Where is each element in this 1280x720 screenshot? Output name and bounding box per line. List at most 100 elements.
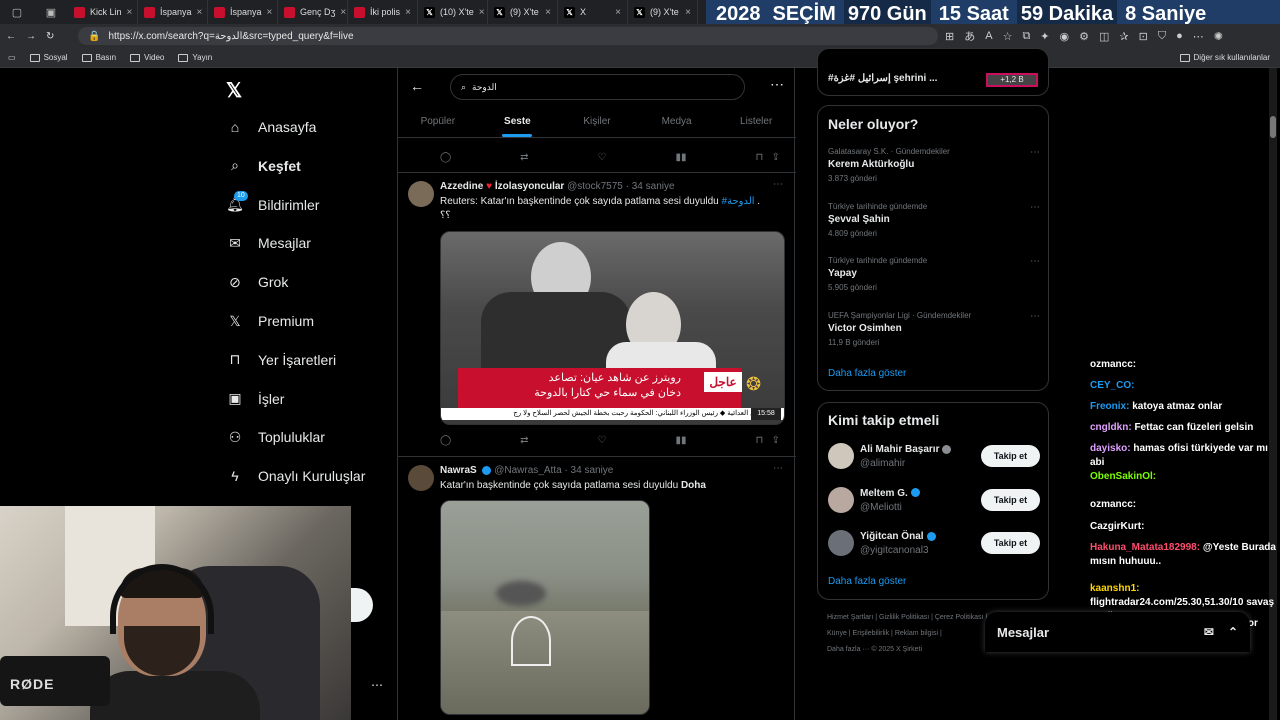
avatar[interactable] bbox=[828, 530, 854, 556]
extension-icon[interactable]: ⧉ bbox=[1022, 30, 1030, 43]
scrollbar-thumb[interactable] bbox=[1270, 116, 1276, 138]
trend-more-icon[interactable]: ⋯ bbox=[1030, 147, 1040, 158]
retweet-icon[interactable]: ⇄ bbox=[520, 152, 528, 163]
close-tab-icon[interactable]: × bbox=[685, 7, 691, 18]
copilot-icon[interactable]: ✺ bbox=[1214, 30, 1223, 43]
browser-tab[interactable]: 𝕏 (10) X'te × bbox=[418, 0, 488, 24]
nav-item-mail[interactable]: ✉ Mesajlar bbox=[226, 231, 311, 255]
views-icon[interactable]: ▮▮ bbox=[675, 152, 686, 163]
tweet-time[interactable]: · 34 saniye bbox=[564, 465, 613, 476]
avatar[interactable] bbox=[408, 465, 434, 491]
tweet-author-suffix[interactable]: İzolasyoncular bbox=[495, 181, 564, 192]
nav-item-home[interactable]: ⌂ Anasayfa bbox=[226, 115, 317, 139]
show-more-link[interactable]: Daha fazla göster bbox=[828, 576, 906, 587]
views-icon[interactable]: ▮▮ bbox=[675, 435, 686, 446]
avatar[interactable] bbox=[828, 443, 854, 469]
close-tab-icon[interactable]: × bbox=[127, 7, 133, 18]
nav-item-bolt[interactable]: ϟ Onaylı Kuruluşlar bbox=[226, 464, 365, 488]
tweet-handle[interactable]: @Nawras_Atta bbox=[494, 465, 561, 476]
nav-item-x[interactable]: 𝕏 Premium bbox=[226, 309, 314, 333]
shield-icon[interactable]: ⛉ bbox=[1158, 30, 1166, 43]
browser-tab[interactable]: Genç Dʒ × bbox=[278, 0, 348, 24]
follow-suggestion[interactable]: Meltem G. @Meliotti Takip et bbox=[828, 486, 1040, 517]
trend-more-icon[interactable]: ⋯ bbox=[1030, 256, 1040, 267]
tweet-image[interactable] bbox=[440, 500, 650, 715]
bookmark-toggle-icon[interactable]: ▭ bbox=[8, 53, 16, 62]
extension-icon[interactable]: ⚙ bbox=[1079, 30, 1089, 43]
browser-tab[interactable]: 𝕏 (9) X'te × bbox=[628, 0, 698, 24]
bookmark-folder[interactable]: Sosyal bbox=[29, 53, 68, 62]
other-bookmarks[interactable]: Diğer sık kullanılanlar bbox=[1179, 53, 1270, 62]
reply-icon[interactable]: ◯ bbox=[440, 152, 451, 163]
suggestion-name[interactable]: Ali Mahir Başarır bbox=[860, 444, 939, 455]
tweet-handle[interactable]: @stock7575 bbox=[567, 181, 623, 192]
reply-icon[interactable]: ◯ bbox=[440, 435, 451, 446]
browser-tab[interactable]: İspanya × bbox=[208, 0, 278, 24]
nav-item-people[interactable]: ⚇ Topluluklar bbox=[226, 425, 325, 449]
read-aloud-icon[interactable]: A bbox=[985, 30, 992, 42]
close-tab-icon[interactable]: × bbox=[405, 7, 411, 18]
tweet-video[interactable]: رويترز عن شاهد عيان: تصاعد دخان في سماء … bbox=[440, 231, 785, 425]
trend-partial-title[interactable]: #إسرائيل #غزة şehrini ... bbox=[828, 73, 937, 84]
tweet[interactable]: Azzedine ♥ İzolasyoncular @stock7575 · 3… bbox=[398, 173, 796, 456]
split-screen-icon[interactable]: ◫ bbox=[1099, 30, 1109, 43]
search-input[interactable]: ⌕ الدوحة bbox=[450, 74, 745, 100]
trend-item[interactable]: Galatasaray S.K. · Gündemdekiler Kerem Ak… bbox=[828, 147, 1040, 183]
follow-suggestion[interactable]: Yiğitcan Önal @yigitcanonal3 Takip et bbox=[828, 530, 1040, 560]
follow-button[interactable]: Takip et bbox=[981, 488, 1040, 511]
trend-more-icon[interactable]: ⋯ bbox=[1030, 202, 1040, 213]
close-tab-icon[interactable]: × bbox=[267, 7, 273, 18]
browser-tab[interactable]: İspanya × bbox=[138, 0, 208, 24]
forward-icon[interactable]: → bbox=[26, 31, 36, 42]
bookmark-icon[interactable]: ⊓ bbox=[755, 435, 763, 446]
grid-icon[interactable]: ⊞ bbox=[945, 30, 954, 43]
tweet-more-icon[interactable]: ⋯ bbox=[773, 179, 783, 190]
translate-icon[interactable]: あ bbox=[964, 28, 975, 44]
trend-item[interactable]: Türkiye tarihinde gündemde Yapay 5.905 gön… bbox=[828, 256, 1040, 292]
search-tab[interactable]: Seste bbox=[478, 108, 558, 137]
tweet[interactable]: NawraS @Nawras_Atta · 34 saniye ⋯ Katar'… bbox=[398, 457, 796, 720]
extension-icon[interactable]: ◉ bbox=[1060, 30, 1070, 43]
close-tab-icon[interactable]: × bbox=[545, 7, 551, 18]
trend-item[interactable]: UEFA Şampiyonlar Ligi · Gündemdekiler Vic… bbox=[828, 311, 1040, 347]
profile-avatar[interactable]: ● bbox=[1176, 30, 1183, 42]
messages-drawer[interactable]: Mesajlar ✉ ⌃ bbox=[985, 612, 1250, 652]
browser-tab[interactable]: 𝕏 (9) X'te × bbox=[488, 0, 558, 24]
nav-item-grok[interactable]: ⊘ Grok bbox=[226, 270, 288, 294]
browser-tab[interactable]: 𝕏 X × bbox=[558, 0, 628, 24]
avatar[interactable] bbox=[828, 486, 854, 513]
new-message-icon[interactable]: ✉ bbox=[1204, 625, 1214, 639]
back-icon[interactable]: ← bbox=[6, 31, 16, 42]
show-more-link[interactable]: Daha fazla göster bbox=[828, 368, 906, 379]
extension-icon[interactable]: ✦ bbox=[1040, 30, 1049, 43]
suggestion-name[interactable]: Yiğitcan Önal bbox=[860, 531, 924, 542]
tweet-time[interactable]: · 34 saniye bbox=[626, 181, 675, 192]
browser-tab[interactable]: İki polis × bbox=[348, 0, 418, 24]
follow-button[interactable]: Takip et bbox=[981, 445, 1040, 467]
trend-more-icon[interactable]: ⋯ bbox=[1030, 311, 1040, 322]
retweet-icon[interactable]: ⇄ bbox=[520, 435, 528, 446]
bookmark-folder[interactable]: Yayın bbox=[178, 53, 212, 62]
search-tab[interactable]: Medya bbox=[637, 108, 717, 137]
nav-item-search[interactable]: ⌕ Keşfet bbox=[226, 154, 301, 178]
trend-item[interactable]: Türkiye tarihinde gündemde Şevval Şahin 4.… bbox=[828, 202, 1040, 238]
favorite-star-icon[interactable]: ☆ bbox=[1003, 30, 1013, 43]
window-menu-icon[interactable]: ▢ bbox=[0, 0, 34, 24]
hashtag-link[interactable]: #الدوحة bbox=[722, 196, 755, 207]
close-tab-icon[interactable]: × bbox=[615, 7, 621, 18]
follow-button[interactable]: Takip et bbox=[981, 532, 1040, 554]
bookmark-icon[interactable]: ⊓ bbox=[755, 152, 763, 163]
more-icon[interactable]: ⋯ bbox=[1193, 30, 1204, 43]
search-tab[interactable]: Popüler bbox=[398, 108, 478, 137]
close-tab-icon[interactable]: × bbox=[340, 7, 346, 18]
nav-item-bell[interactable]: 🔔︎ 10 Bildirimler bbox=[226, 190, 319, 217]
tab-actions-icon[interactable]: ▣ bbox=[34, 0, 68, 24]
browser-tab[interactable]: Kick Lin × bbox=[68, 0, 138, 24]
back-arrow-icon[interactable]: ← bbox=[410, 78, 424, 94]
bookmark-folder[interactable]: Video bbox=[130, 53, 164, 62]
expand-up-icon[interactable]: ⌃ bbox=[1228, 625, 1238, 639]
close-tab-icon[interactable]: × bbox=[197, 7, 203, 18]
collections-icon[interactable]: ⊡ bbox=[1139, 30, 1148, 43]
url-input[interactable]: 🔒 https://x.com/search?q=الدوحة&src=type… bbox=[78, 27, 938, 45]
close-tab-icon[interactable]: × bbox=[479, 7, 485, 18]
